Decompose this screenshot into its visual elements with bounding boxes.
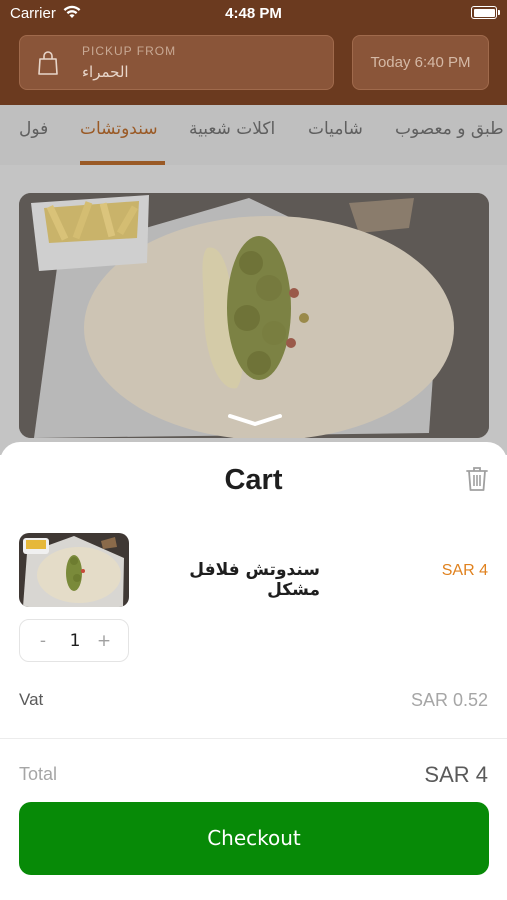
clock: 4:48 PM (225, 5, 282, 22)
product-hero-image (19, 193, 489, 438)
total-label: Total (19, 764, 58, 784)
trash-icon[interactable] (465, 465, 489, 493)
pickup-label: PICKUP FROM (82, 44, 177, 58)
pickup-location: الحمراء (82, 63, 129, 81)
header-bar: Carrier 4:48 PM PICKUP FROM الحمراء Toda… (0, 0, 507, 105)
tab-sandwiches[interactable]: سندوتشات (80, 119, 158, 139)
increase-quantity-button[interactable]: + (95, 631, 113, 651)
total-value: SAR 4 (424, 762, 488, 787)
battery-icon (471, 6, 500, 19)
decrease-quantity-button[interactable]: - (34, 631, 52, 651)
status-bar: Carrier 4:48 PM (0, 0, 507, 28)
cart-item-price: SAR 4 (441, 562, 488, 579)
cart-title: Cart (224, 464, 283, 496)
tab-plate-masoub[interactable]: طبق و معصوب (395, 119, 504, 139)
pickup-location-selector[interactable]: PICKUP FROM الحمراء (19, 35, 334, 90)
pickup-time-selector[interactable]: Today 6:40 PM (352, 35, 489, 90)
checkout-button[interactable]: Checkout (19, 802, 489, 875)
quantity-value: 1 (69, 631, 81, 651)
shopping-bag-icon (38, 51, 58, 75)
cart-item-image (19, 533, 129, 607)
cart-item-name: سندوتش فلافل مشكل (189, 560, 320, 600)
divider (0, 738, 507, 739)
tab-fool[interactable]: فول (19, 119, 48, 139)
category-tabs: فول سندوتشات اكلات شعبية شاميات طبق و مع… (0, 105, 507, 165)
quantity-stepper: - 1 + (19, 619, 129, 662)
chevron-down-icon[interactable] (227, 412, 283, 428)
vat-value: SAR 0.52 (410, 690, 488, 710)
tab-shamiyat[interactable]: شاميات (308, 119, 363, 139)
tab-popular-dishes[interactable]: اكلات شعبية (189, 119, 275, 139)
vat-label: Vat (19, 690, 44, 709)
